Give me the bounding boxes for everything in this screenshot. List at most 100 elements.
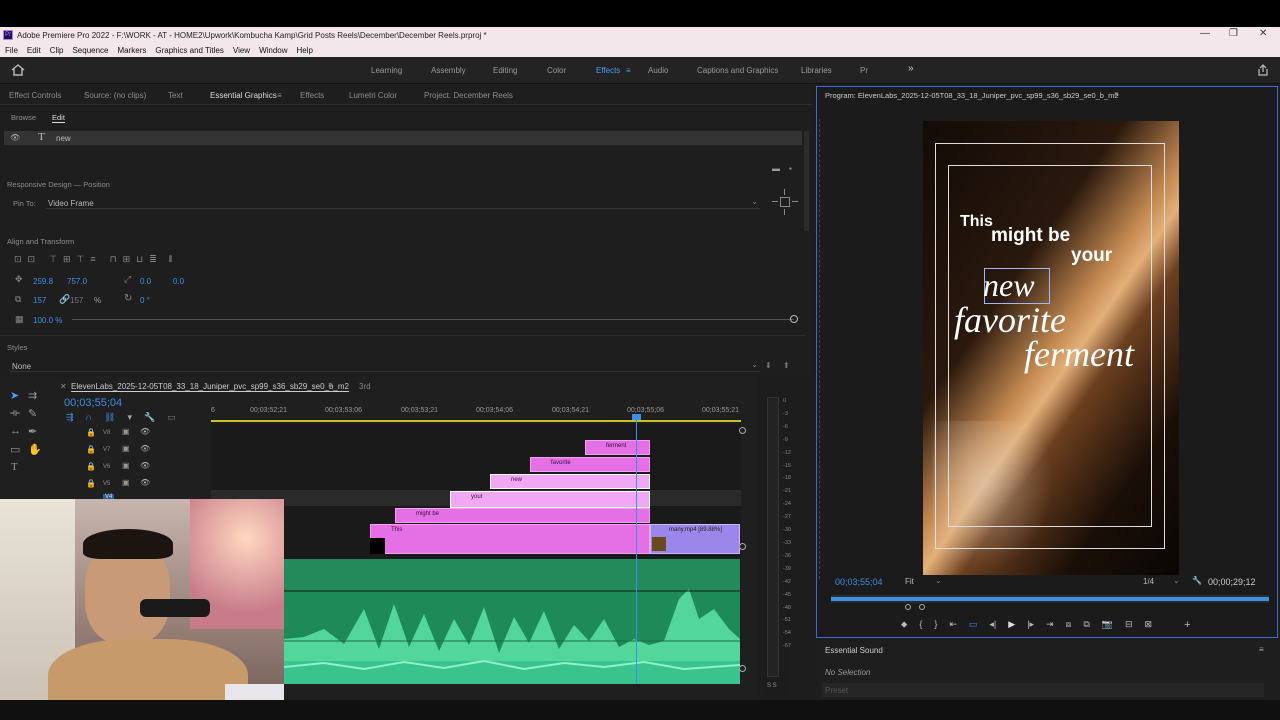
captions-icon[interactable]: ▭ (167, 412, 176, 423)
add-marker-icon[interactable]: ▾ (127, 412, 132, 423)
mark-out-icon[interactable]: } (934, 619, 937, 631)
distribute-icon[interactable]: ≡ (90, 254, 95, 265)
preset-dropdown[interactable]: Preset (822, 683, 1264, 697)
menu-window[interactable]: Window (259, 46, 287, 55)
workspace-effects[interactable]: Effects (596, 66, 620, 75)
styles-dropdown[interactable]: None ⌄ (10, 360, 760, 372)
eye-icon[interactable]: 👁 (10, 133, 20, 142)
link-icon[interactable]: 🔗 (59, 294, 70, 305)
program-menu-icon[interactable]: ≡ (1114, 90, 1119, 99)
menu-help[interactable]: Help (297, 46, 313, 55)
overlay-your[interactable]: your (1071, 245, 1112, 267)
align-middle-icon[interactable]: ⊞ (123, 254, 131, 265)
workspace-color[interactable]: Color (547, 66, 566, 75)
opacity-slider-handle[interactable] (790, 315, 798, 323)
align-vertical-center-icon[interactable]: ⊡ (14, 254, 22, 265)
toggle-sync-icon[interactable]: ▣ (122, 444, 130, 453)
menu-file[interactable]: File (5, 46, 18, 55)
menu-edit[interactable]: Edit (27, 46, 41, 55)
tab-lumetri-color[interactable]: Lumetri Color (349, 91, 397, 100)
rectangle-tool-icon[interactable]: ▭ (10, 443, 20, 456)
proxy-toggle-icon[interactable]: ⊠ (1145, 619, 1153, 631)
sequence-tab[interactable]: ElevenLabs_2025-12-05T08_33_18_Juniper_p… (71, 382, 349, 392)
scale-value[interactable]: 157 (33, 296, 46, 305)
razor-icon[interactable]: ✎ (28, 407, 37, 420)
close-button[interactable]: ✕ (1259, 28, 1267, 39)
go-to-in-icon[interactable]: ⇤ (949, 619, 957, 631)
zoom-handle-right[interactable] (919, 604, 925, 610)
distribute-vertical-icon[interactable]: ≣ (149, 254, 157, 265)
delete-layer-icon[interactable]: ▪ (789, 164, 792, 173)
close-tab-icon[interactable]: ✕ (60, 382, 67, 391)
align-bottom-icon[interactable]: ⊔ (136, 254, 143, 265)
layer-row[interactable]: 👁 T new (4, 131, 802, 145)
meter-solo-buttons[interactable]: S S (767, 683, 777, 689)
tab-effect-controls[interactable]: Effect Controls (9, 91, 61, 100)
clip-ferment[interactable]: ferment (585, 440, 650, 455)
tab-menu-icon[interactable]: ≡ (277, 91, 282, 100)
toggle-sync-icon[interactable]: ▣ (122, 461, 130, 470)
audio-track[interactable] (283, 559, 741, 684)
safe-margins-icon[interactable]: ▭ (969, 619, 978, 631)
wrench-icon[interactable]: 🔧 (144, 412, 155, 423)
selection-tool-icon[interactable]: ➤ (10, 389, 19, 402)
sequence-timecode[interactable]: 00;03;55;04 (64, 397, 122, 409)
toggle-sync-icon[interactable]: ▣ (122, 427, 130, 436)
program-scrub-bar[interactable] (831, 595, 1269, 603)
eye-icon[interactable]: 👁 (140, 478, 150, 487)
essential-sound-title[interactable]: Essential Sound (825, 646, 883, 655)
step-back-icon[interactable]: ◂| (989, 619, 996, 631)
essential-sound-menu-icon[interactable]: ≡ (1259, 645, 1264, 654)
overlay-might-be[interactable]: might be (991, 225, 1070, 247)
tab-effects[interactable]: Effects (300, 91, 324, 100)
scroll-handle[interactable] (739, 427, 746, 434)
zoom-handle-left[interactable] (905, 604, 911, 610)
anchor-x-value[interactable]: 0.0 (140, 277, 151, 286)
fit-dropdown[interactable]: Fit ⌄ (905, 576, 945, 588)
step-forward-icon[interactable]: |▸ (1027, 619, 1034, 631)
scroll-handle[interactable] (739, 665, 746, 672)
anchor-y-value[interactable]: 0.0 (173, 277, 184, 286)
align-top-icon[interactable]: ⊓ (110, 254, 117, 265)
add-button-icon[interactable]: + (1184, 619, 1190, 631)
pin-diagram-icon[interactable] (772, 189, 798, 215)
tab-text[interactable]: Text (168, 91, 183, 100)
sequence-tab-menu-icon[interactable]: ≡ (328, 381, 333, 390)
program-timecode[interactable]: 00;03;55;04 (835, 577, 883, 587)
distribute-horizontal-icon[interactable]: ⫴ (169, 254, 173, 265)
workspace-menu-icon[interactable]: ≡ (626, 66, 631, 75)
workspace-libraries[interactable]: Libraries (801, 66, 832, 75)
program-title[interactable]: Program: ElevenLabs_2025-12-05T08_33_18_… (825, 91, 1119, 100)
eye-icon[interactable]: 👁 (140, 461, 150, 470)
new-layer-icon[interactable]: ▬ (772, 164, 780, 173)
opacity-value[interactable]: 100.0 % (33, 316, 62, 325)
extract-icon[interactable]: ⧉ (1083, 619, 1089, 631)
quality-dropdown[interactable]: 1/4 ⌄ (1143, 576, 1183, 588)
clip-your[interactable]: your (450, 491, 650, 508)
position-y-value[interactable]: 757.0 (67, 277, 87, 286)
menu-graphics-and-titles[interactable]: Graphics and Titles (155, 46, 223, 55)
export-frame-icon[interactable]: 📷 (1102, 619, 1113, 631)
menu-clip[interactable]: Clip (50, 46, 64, 55)
ripple-edit-icon[interactable]: ⟛ (10, 407, 20, 420)
home-icon[interactable] (11, 64, 25, 76)
pin-to-dropdown[interactable]: Video Frame ⌄ (46, 196, 760, 209)
clip-favorite[interactable]: favorite (530, 457, 650, 472)
clip-this[interactable]: This (370, 524, 650, 554)
track-select-icon[interactable]: ⇉ (28, 389, 37, 402)
scrollbar[interactable] (804, 131, 809, 231)
toggle-sync-icon[interactable]: ▣ (122, 478, 130, 487)
share-icon[interactable] (1257, 64, 1269, 76)
rotation-value[interactable]: 0 ° (140, 296, 150, 305)
mark-in-icon[interactable]: { (919, 619, 922, 631)
more-workspaces-icon[interactable]: » (908, 63, 914, 74)
subtab-edit[interactable]: Edit (52, 113, 65, 123)
workspace-captions-and-graphics[interactable]: Captions and Graphics (697, 66, 778, 75)
align-center-icon[interactable]: ⊞ (63, 254, 71, 265)
tab-source[interactable]: Source: (no clips) (84, 91, 146, 100)
linked-selection-icon[interactable]: ⛓ (104, 412, 115, 423)
video-frame[interactable]: This might be your new favorite ferment (923, 121, 1179, 575)
workspace-learning[interactable]: Learning (371, 66, 402, 75)
subtab-browse[interactable]: Browse (11, 113, 36, 122)
align-right-icon[interactable]: ⊤ (76, 254, 84, 265)
